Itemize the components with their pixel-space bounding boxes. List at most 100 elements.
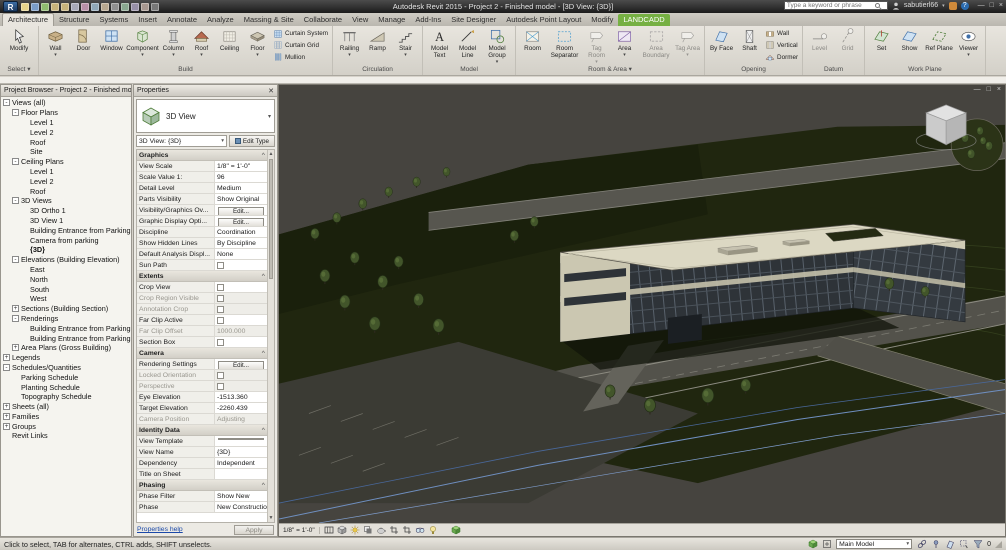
graphic-display-opti-edit-button[interactable]: Edit... bbox=[218, 218, 264, 227]
print-icon[interactable] bbox=[71, 3, 79, 11]
collapse-icon[interactable]: - bbox=[12, 256, 19, 263]
wall-button[interactable]: Wall bbox=[765, 28, 798, 39]
panel-label-model[interactable]: Model bbox=[423, 64, 515, 75]
tree-item-site[interactable]: Site bbox=[1, 147, 131, 157]
expand-icon[interactable]: + bbox=[12, 344, 19, 351]
tree-item-renderings[interactable]: -Renderings bbox=[1, 314, 131, 324]
tab-massing-site[interactable]: Massing & Site bbox=[239, 14, 299, 26]
tree-item-elevations-building-elevation[interactable]: -Elevations (Building Elevation) bbox=[1, 255, 131, 265]
tab-collaborate[interactable]: Collaborate bbox=[299, 14, 347, 26]
curtain-system-button[interactable]: Curtain System bbox=[273, 28, 328, 39]
model-text-button[interactable]: AModel Text bbox=[426, 27, 453, 64]
sync-with-central-icon[interactable] bbox=[41, 3, 49, 11]
collapse-icon[interactable]: - bbox=[12, 197, 19, 204]
property-value[interactable]: {3D} bbox=[215, 447, 267, 457]
aligned-dimension-icon[interactable] bbox=[91, 3, 99, 11]
expand-icon[interactable]: + bbox=[3, 413, 10, 420]
tab-structure[interactable]: Structure bbox=[54, 14, 94, 26]
panel-label-room-area[interactable]: Room & Area ▾ bbox=[516, 64, 704, 75]
wall-button[interactable]: Wall▾ bbox=[42, 27, 69, 64]
component-button[interactable]: Component▾ bbox=[126, 27, 159, 64]
property-value[interactable]: Edit... bbox=[215, 205, 267, 215]
model-line-button[interactable]: Model Line bbox=[454, 27, 481, 64]
window-restore-icon[interactable]: □ bbox=[990, 2, 994, 9]
far-clip-active-checkbox[interactable] bbox=[217, 317, 224, 324]
column-button[interactable]: Column▾ bbox=[160, 27, 187, 64]
property-value[interactable]: New Construction bbox=[215, 502, 267, 512]
property-value[interactable]: Independent bbox=[215, 458, 267, 468]
select-links-icon[interactable] bbox=[916, 539, 927, 550]
visual-style-icon[interactable] bbox=[336, 525, 348, 536]
tab-insert[interactable]: Insert bbox=[133, 14, 162, 26]
view-close-icon[interactable]: × bbox=[997, 86, 1001, 93]
tree-item-parking-schedule[interactable]: Parking Schedule bbox=[1, 372, 131, 382]
tag-by-category-icon[interactable] bbox=[101, 3, 109, 11]
tree-item-revit-links[interactable]: Revit Links bbox=[1, 431, 131, 441]
area-button[interactable]: Area▾ bbox=[611, 27, 638, 64]
tree-item-building-entrance-from-parking-lot[interactable]: Building Entrance from Parking Lot bbox=[1, 323, 131, 333]
expand-icon[interactable]: + bbox=[3, 423, 10, 430]
modify-button[interactable]: Modify bbox=[3, 27, 35, 64]
property-value[interactable]: Edit... bbox=[215, 359, 267, 369]
edit-type-button[interactable]: Edit Type bbox=[229, 135, 275, 147]
save-icon[interactable] bbox=[31, 3, 39, 11]
drawing-area[interactable]: —□× 1/8" = 1'-0" bbox=[278, 84, 1006, 537]
set-button[interactable]: Set bbox=[868, 27, 895, 64]
scroll-down-icon[interactable]: ▼ bbox=[268, 514, 274, 522]
collapse-section-icon[interactable]: ^ bbox=[262, 350, 265, 357]
tree-item-level-2[interactable]: Level 2 bbox=[1, 176, 131, 186]
railing-button[interactable]: Railing▾ bbox=[336, 27, 363, 64]
tree-item-groups[interactable]: +Groups bbox=[1, 421, 131, 431]
ref-plane-button[interactable]: Ref Plane bbox=[924, 27, 954, 64]
tree-item-building-entrance-from-parking-lo[interactable]: Building Entrance from Parking Lo bbox=[1, 225, 131, 235]
section-camera[interactable]: Camera^ bbox=[137, 348, 267, 359]
design-options-icon[interactable] bbox=[821, 539, 832, 550]
roof-button[interactable]: Roof▾ bbox=[188, 27, 215, 64]
door-button[interactable]: Door bbox=[70, 27, 97, 64]
view-scale-control[interactable]: 1/8" = 1'-0" bbox=[281, 527, 320, 534]
expand-icon[interactable]: + bbox=[3, 403, 10, 410]
collapse-icon[interactable]: - bbox=[3, 99, 10, 106]
tree-item-roof[interactable]: Roof bbox=[1, 137, 131, 147]
crop-view-icon[interactable] bbox=[388, 525, 400, 536]
expand-icon[interactable]: + bbox=[3, 354, 10, 361]
view-restore-icon[interactable]: □ bbox=[987, 86, 991, 93]
temporary-hide-isolate-icon[interactable] bbox=[414, 525, 426, 536]
tree-item-north[interactable]: North bbox=[1, 274, 131, 284]
collapse-section-icon[interactable]: ^ bbox=[262, 152, 265, 159]
apply-button[interactable]: Apply bbox=[234, 525, 274, 535]
search-icon[interactable] bbox=[875, 3, 880, 8]
panel-label-select[interactable]: Select ▾ bbox=[0, 64, 38, 75]
property-value[interactable] bbox=[215, 315, 267, 325]
by-face-button[interactable]: By Face bbox=[708, 27, 735, 64]
tree-item-sections-building-section[interactable]: +Sections (Building Section) bbox=[1, 304, 131, 314]
rendering-settings-edit-button[interactable]: Edit... bbox=[218, 361, 264, 370]
collapse-section-icon[interactable]: ^ bbox=[262, 482, 265, 489]
property-value[interactable] bbox=[215, 337, 267, 347]
properties-help-link[interactable]: Properties help bbox=[137, 526, 183, 533]
view-selector-combo[interactable]: 3D View: {3D} ▾ bbox=[136, 135, 227, 147]
room-button[interactable]: Room bbox=[519, 27, 546, 64]
ceiling-button[interactable]: Ceiling bbox=[216, 27, 243, 64]
open-icon[interactable] bbox=[21, 3, 29, 11]
property-value[interactable]: 1/8" = 1'-0" bbox=[215, 161, 267, 171]
property-value[interactable]: 96 bbox=[215, 172, 267, 182]
tree-item-south[interactable]: South bbox=[1, 284, 131, 294]
view-template-edit-button[interactable] bbox=[218, 438, 264, 440]
tree-item-families[interactable]: +Families bbox=[1, 412, 131, 422]
crop-view-checkbox[interactable] bbox=[217, 284, 224, 291]
tree-item-building-entrance-from-parking-lot[interactable]: Building Entrance from Parking Lot bbox=[1, 333, 131, 343]
properties-header[interactable]: Properties ✕ bbox=[134, 85, 277, 97]
search-input[interactable] bbox=[787, 2, 875, 9]
text-icon[interactable] bbox=[111, 3, 119, 11]
tab-site-designer[interactable]: Site Designer bbox=[446, 14, 501, 26]
viewer-button[interactable]: Viewer▾ bbox=[955, 27, 982, 64]
vertical-button[interactable]: Vertical bbox=[765, 40, 798, 51]
tab-annotate[interactable]: Annotate bbox=[162, 14, 202, 26]
panel-label-datum[interactable]: Datum bbox=[803, 64, 864, 75]
collapse-section-icon[interactable]: ^ bbox=[262, 273, 265, 280]
section-phasing[interactable]: Phasing^ bbox=[137, 480, 267, 491]
type-selector[interactable]: 3D View ▾ bbox=[136, 99, 275, 133]
tab-autodesk-point-layout[interactable]: Autodesk Point Layout bbox=[501, 14, 586, 26]
resize-grip[interactable] bbox=[995, 541, 1002, 548]
